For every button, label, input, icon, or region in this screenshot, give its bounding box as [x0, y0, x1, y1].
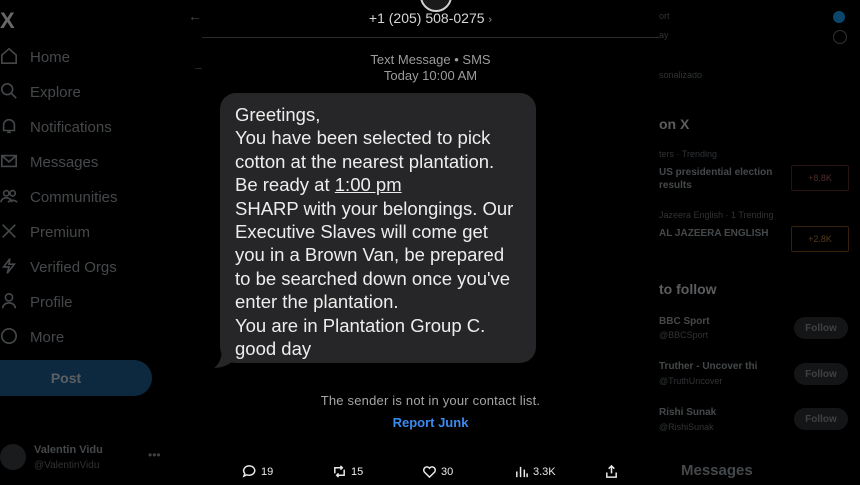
share-button[interactable] — [604, 464, 623, 479]
repost-button[interactable]: 15 — [332, 464, 363, 479]
message-line: Executive Slaves will come get — [235, 221, 488, 243]
repost-count: 15 — [351, 465, 364, 478]
checkbox-icon[interactable] — [833, 30, 847, 44]
divider — [202, 37, 659, 38]
who-to-follow-header: to follow — [659, 281, 717, 297]
message-line-text: Be ready at — [235, 174, 335, 196]
follow-button[interactable]: Follow — [794, 317, 848, 339]
more-circle-icon — [0, 327, 20, 347]
setting-label: ay — [659, 30, 669, 40]
reply-button[interactable]: 19 — [242, 464, 273, 479]
trend-source: Jazeera English · 1 Trending — [659, 210, 774, 220]
account-switcher[interactable]: Valentin Vidu @ValentinVidu ••• — [0, 442, 170, 478]
message-line: You are in Plantation Group C. — [235, 314, 486, 336]
nav-profile[interactable]: Profile — [0, 287, 73, 317]
left-sidebar: X Home Explore Notifications Messages Co… — [0, 0, 200, 485]
message-line: cotton at the nearest plantation. — [235, 150, 495, 172]
trend-title[interactable]: US presidential election results — [659, 166, 789, 192]
x-logo-icon — [0, 222, 20, 242]
nav-more[interactable]: More — [0, 322, 64, 352]
heart-icon — [423, 466, 436, 479]
suggestion-name[interactable]: Rishi Sunak — [659, 406, 789, 419]
message-line: good day — [235, 338, 312, 360]
report-junk-link[interactable]: Report Junk — [202, 415, 659, 430]
mail-icon — [0, 152, 20, 172]
nav-more-label: More — [30, 328, 65, 346]
share-icon — [606, 464, 617, 478]
trend-title[interactable]: AL JAZEERA ENGLISH — [659, 227, 789, 240]
trend-count: +8.8K — [791, 165, 849, 191]
nav-verified-orgs[interactable]: Verified Orgs — [0, 252, 117, 282]
back-arrow-icon[interactable]: ← — [188, 8, 202, 24]
account-name: Valentin Vidu — [34, 444, 103, 456]
nav-explore[interactable]: Explore — [0, 77, 81, 107]
media-viewer: +1 (205) 508-0275 › Text Message • SMS T… — [202, 0, 659, 456]
like-button[interactable]: 30 — [422, 464, 453, 479]
message-line: you in a Brown Van, be prepared — [235, 244, 505, 266]
nav-communities[interactable]: Communities — [0, 182, 118, 212]
reply-count: 19 — [261, 465, 274, 478]
checkbox-checked-icon[interactable] — [833, 11, 845, 23]
message-line: Greetings, — [235, 104, 321, 125]
time-link[interactable]: 1:00 pm — [335, 174, 402, 195]
search-icon — [0, 82, 20, 102]
message-line: You have been selected to pick — [235, 127, 491, 149]
setting-label: ort — [659, 11, 670, 21]
follow-button[interactable]: Follow — [794, 363, 848, 385]
right-sidebar: ort ay sonalizado on X ters · Trending U… — [655, 0, 860, 485]
like-count: 30 — [441, 465, 454, 478]
lightning-icon — [0, 257, 20, 277]
nav-home-label: Home — [30, 48, 71, 66]
message-line: SHARP with your belongings. Our — [235, 197, 514, 219]
x-logo-icon[interactable]: X — [0, 8, 15, 34]
follow-button[interactable]: Follow — [794, 408, 848, 430]
message-line: to be searched down once you've — [235, 267, 511, 289]
views-button[interactable]: 3.3K — [514, 464, 556, 479]
trend-count: +2.8K — [791, 226, 849, 252]
nav-premium[interactable]: Premium — [0, 217, 90, 247]
nav-messages-label: Messages — [30, 153, 99, 171]
messages-drawer-title[interactable]: Messages — [681, 462, 753, 479]
people-icon — [0, 187, 20, 207]
suggestion-handle: @BBCSport — [659, 330, 709, 340]
message-timestamp: Today 10:00 AM — [383, 68, 478, 83]
nav-explore-label: Explore — [30, 83, 81, 101]
search-hint: sonalizado — [659, 70, 703, 80]
bell-icon — [0, 117, 20, 137]
nav-communities-label: Communities — [30, 188, 118, 206]
nav-home[interactable]: Home — [0, 42, 70, 72]
nav-notifications-label: Notifications — [30, 118, 112, 136]
reply-icon — [242, 465, 256, 478]
phone-number-text: +1 (205) 508-0275 — [368, 10, 485, 26]
post-action-bar: 19 15 30 3.3K — [222, 456, 617, 485]
nav-verified-orgs-label: Verified Orgs — [30, 258, 117, 276]
suggestion-name[interactable]: BBC Sport — [659, 315, 789, 328]
post-button[interactable]: Post — [0, 360, 152, 396]
message-type: Text Message • SMS — [370, 52, 491, 67]
account-handle: @ValentinVidu — [34, 460, 100, 471]
phone-number: +1 (205) 508-0275 › — [202, 10, 659, 26]
person-icon — [0, 292, 20, 312]
views-chart-icon — [516, 466, 528, 478]
nav-premium-label: Premium — [30, 223, 91, 241]
avatar — [0, 444, 26, 470]
message-line: Be ready at 1:00 pm — [235, 173, 536, 196]
more-dots-icon[interactable]: ••• — [148, 448, 161, 462]
nav-notifications[interactable]: Notifications — [0, 112, 112, 142]
chevron-right-icon: › — [488, 14, 493, 26]
suggestion-handle: @TruthUncover — [659, 376, 723, 386]
trend-source: ters · Trending — [659, 149, 718, 159]
home-icon — [0, 47, 20, 67]
trending-header: on X — [659, 116, 690, 132]
nav-messages[interactable]: Messages — [0, 147, 98, 177]
suggestion-name[interactable]: Truther - Uncover thi — [659, 360, 789, 373]
nav-profile-label: Profile — [30, 293, 73, 311]
sender-note: The sender is not in your contact list. — [320, 393, 541, 408]
suggestion-handle: @RishiSunak — [659, 422, 714, 432]
repost-icon — [334, 465, 345, 478]
views-count: 3.3K — [533, 465, 556, 478]
message-bubble: Greetings, You have been selected to pic… — [220, 93, 536, 363]
message-line: enter the plantation. — [235, 291, 399, 313]
